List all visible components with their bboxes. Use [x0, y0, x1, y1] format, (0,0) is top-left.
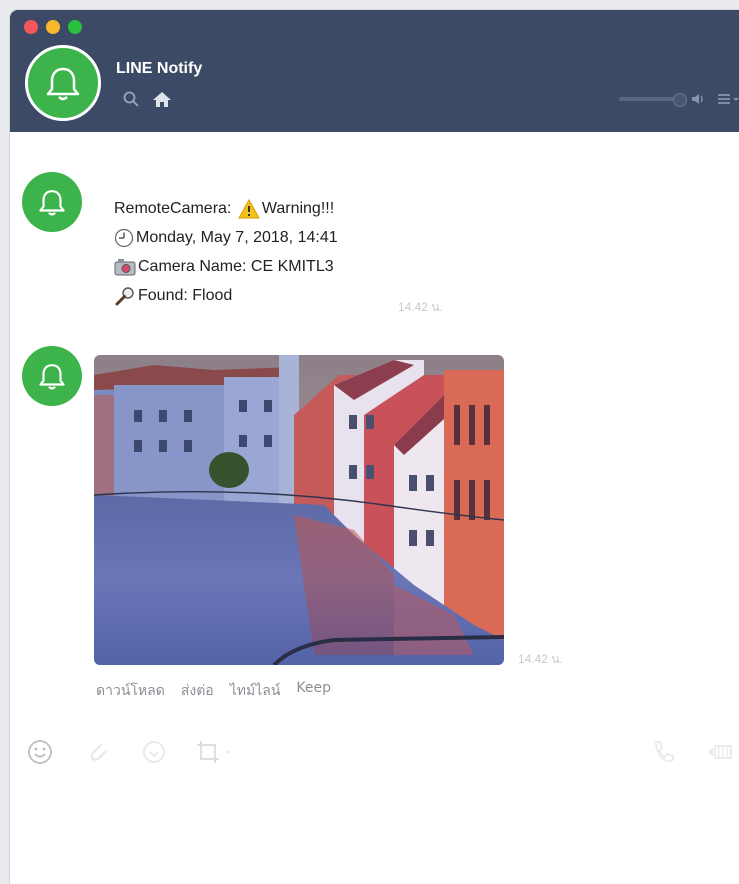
- flood-photo[interactable]: [94, 355, 504, 665]
- search-icon[interactable]: [122, 90, 140, 108]
- message-text: RemoteCamera: Warning!!! Monday, May 7, …: [114, 194, 338, 310]
- flood-photo-image: [94, 355, 504, 665]
- menu-icon[interactable]: [717, 92, 739, 106]
- message-line-warning: RemoteCamera: Warning!!!: [114, 194, 338, 223]
- crop-icon[interactable]: [194, 738, 234, 766]
- chat-area: RemoteCamera: Warning!!! Monday, May 7, …: [10, 132, 739, 884]
- video-icon[interactable]: [706, 738, 736, 766]
- header-tools: [122, 90, 172, 108]
- photo-actions: ดาวน์โหลด ส่งต่อ ไทม์ไลน์ Keep: [96, 680, 331, 702]
- forward-link[interactable]: ส่งต่อ: [181, 680, 214, 702]
- warning-icon: [237, 198, 260, 218]
- volume-icon[interactable]: [691, 92, 707, 106]
- photo-time: 14.42 น.: [518, 652, 563, 666]
- message-line-date: Monday, May 7, 2018, 14:41: [114, 223, 338, 252]
- chat-avatar[interactable]: [25, 45, 101, 121]
- download-link[interactable]: ดาวน์โหลด: [96, 680, 165, 702]
- home-icon[interactable]: [152, 90, 172, 108]
- line-window: LINE Notify RemoteCamera: Warning!!! Mon…: [10, 10, 739, 884]
- message-line-camera: Camera Name: CE KMITL3: [114, 252, 338, 281]
- bell-icon: [46, 67, 80, 101]
- minimize-window-button[interactable]: [46, 20, 60, 34]
- timeline-link[interactable]: ไทม์ไลน์: [230, 680, 281, 702]
- magnifier-icon: [115, 286, 134, 305]
- camera-icon: [114, 258, 136, 275]
- emoji-icon[interactable]: [26, 738, 54, 766]
- call-icon[interactable]: [650, 738, 676, 766]
- volume-slider-knob[interactable]: [673, 93, 687, 107]
- message-time: 14.42 น.: [398, 300, 443, 314]
- zoom-window-button[interactable]: [68, 20, 82, 34]
- close-window-button[interactable]: [24, 20, 38, 34]
- bell-icon: [39, 364, 65, 390]
- message-avatar[interactable]: [22, 346, 82, 406]
- sticker-icon[interactable]: [140, 738, 168, 766]
- found-text: Found: Flood: [138, 287, 233, 304]
- keep-link[interactable]: Keep: [296, 680, 331, 702]
- camera-name-text: Camera Name: CE KMITL3: [138, 258, 334, 275]
- volume-slider[interactable]: [619, 93, 687, 107]
- message-line-found: Found: Flood: [114, 281, 338, 310]
- input-toolbar: [10, 732, 739, 772]
- header-right-controls: [619, 92, 739, 107]
- title-bar: LINE Notify: [10, 10, 739, 132]
- bell-icon: [39, 190, 65, 216]
- attach-icon[interactable]: [84, 738, 112, 766]
- message-prefix: RemoteCamera:: [114, 200, 236, 217]
- date-text: Monday, May 7, 2018, 14:41: [136, 229, 338, 246]
- clock-icon: [114, 228, 134, 247]
- message-avatar[interactable]: [22, 172, 82, 232]
- chat-title: LINE Notify: [116, 60, 203, 77]
- warning-text: Warning!!!: [261, 200, 335, 217]
